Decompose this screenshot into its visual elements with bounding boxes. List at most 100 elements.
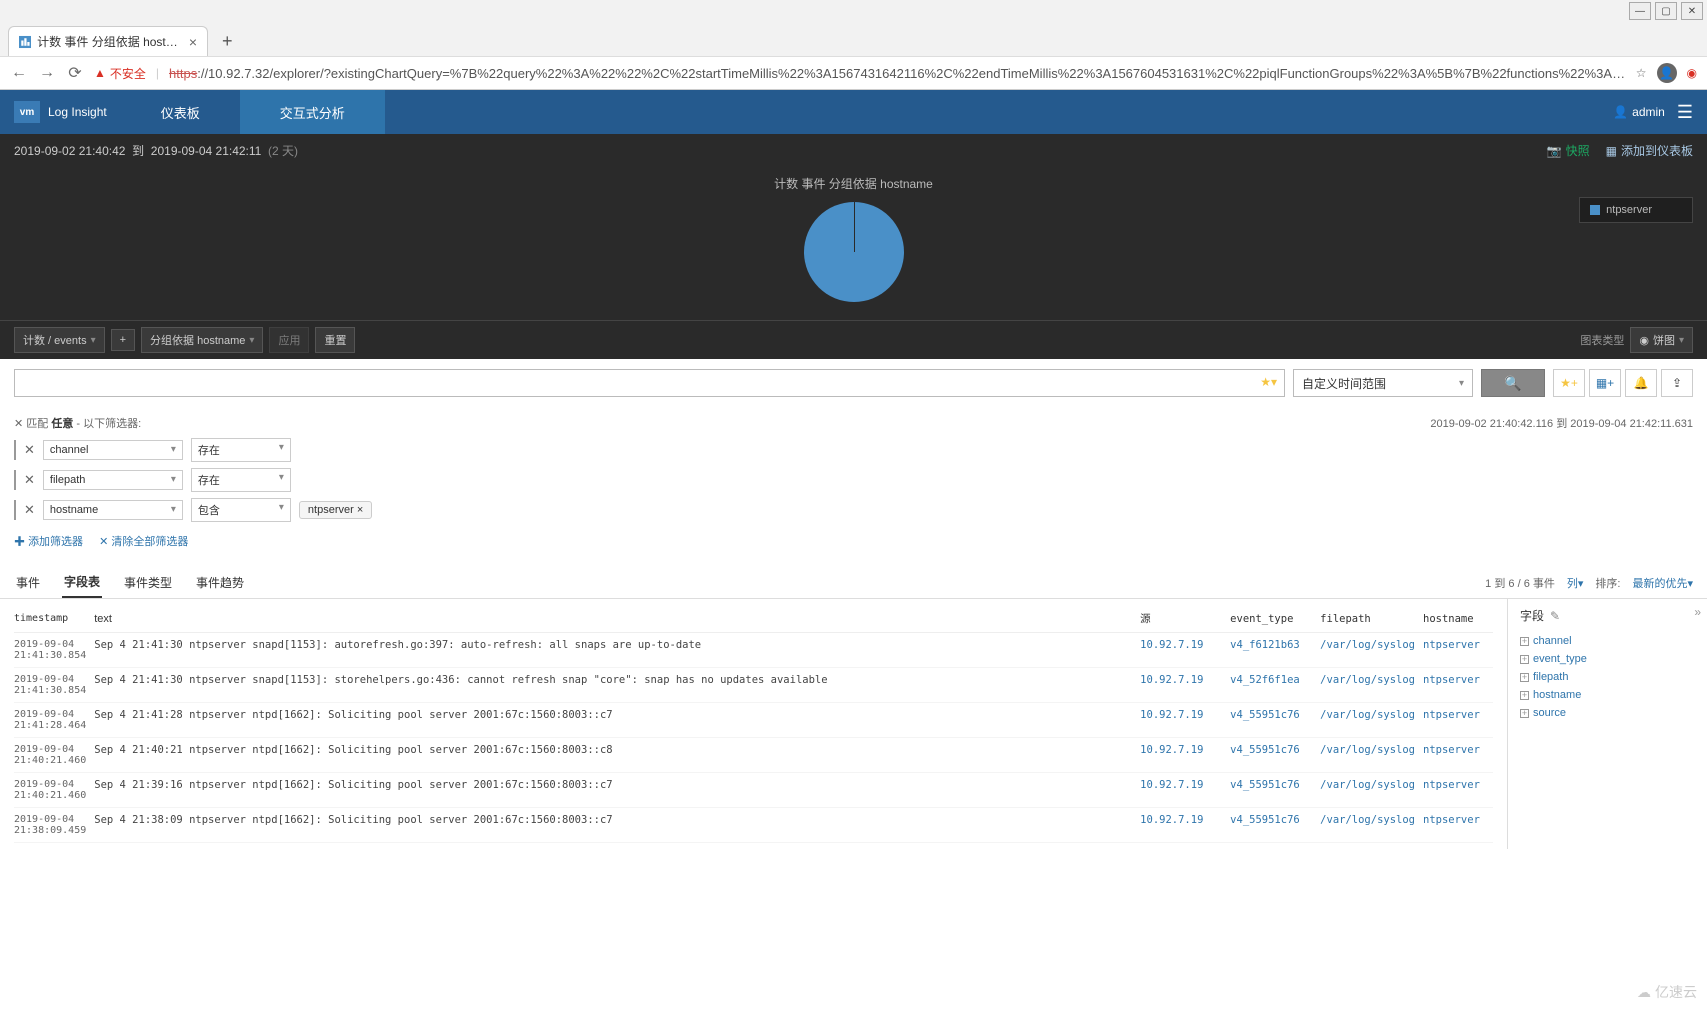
filter-operator-select[interactable]: 包含▾	[191, 498, 291, 522]
search-input[interactable]	[14, 369, 1285, 397]
add-aggregation-button[interactable]: +	[111, 329, 135, 351]
field-item[interactable]: + source	[1520, 704, 1695, 722]
tab-events[interactable]: 事件	[14, 568, 42, 597]
col-timestamp[interactable]: timestamp	[14, 605, 94, 633]
field-item[interactable]: + hostname	[1520, 686, 1695, 704]
chart-title: 计数 事件 分组依据 hostname	[14, 175, 1693, 192]
cell-filepath[interactable]: /var/log/syslog	[1320, 668, 1423, 703]
field-item[interactable]: + event_type	[1520, 650, 1695, 668]
expand-fields-icon[interactable]: »	[1694, 605, 1701, 619]
tab-eventtrends[interactable]: 事件趋势	[194, 568, 246, 597]
chart-type-select[interactable]: ◉ 饼图 ▾	[1630, 327, 1693, 353]
cell-source[interactable]: 10.92.7.19	[1140, 703, 1230, 738]
table-row[interactable]: 2019-09-04 21:40:21.460 Sep 4 21:40:21 n…	[14, 738, 1493, 773]
url-display[interactable]: https://10.92.7.32/explorer/?existingCha…	[169, 66, 1626, 81]
browser-tab[interactable]: 计数 事件 分组依据 hostname × ×	[8, 26, 208, 56]
cell-filepath[interactable]: /var/log/syslog	[1320, 703, 1423, 738]
field-item[interactable]: + channel	[1520, 632, 1695, 650]
cell-hostname[interactable]: ntpserver	[1423, 703, 1493, 738]
columns-link[interactable]: 列▾	[1567, 575, 1584, 591]
col-filepath[interactable]: filepath	[1320, 605, 1423, 633]
bookmark-star-icon[interactable]: ☆	[1636, 66, 1647, 80]
cell-filepath[interactable]: /var/log/syslog	[1320, 738, 1423, 773]
cell-source[interactable]: 10.92.7.19	[1140, 808, 1230, 843]
cell-event-type[interactable]: v4_52f6f1ea	[1230, 668, 1320, 703]
cell-source[interactable]: 10.92.7.19	[1140, 738, 1230, 773]
new-tab-button[interactable]: +	[216, 31, 239, 52]
table-row[interactable]: 2019-09-04 21:38:09.459 Sep 4 21:38:09 n…	[14, 808, 1493, 843]
tab-eventtypes[interactable]: 事件类型	[122, 568, 174, 597]
table-row[interactable]: 2019-09-04 21:41:30.854 Sep 4 21:41:30 n…	[14, 668, 1493, 703]
col-event-type[interactable]: event_type	[1230, 605, 1320, 633]
close-window-button[interactable]: ✕	[1681, 2, 1703, 20]
cell-hostname[interactable]: ntpserver	[1423, 773, 1493, 808]
cell-event-type[interactable]: v4_55951c76	[1230, 703, 1320, 738]
apply-button[interactable]: 应用	[269, 327, 309, 353]
remove-filter-icon[interactable]: ✕	[24, 502, 35, 518]
cell-hostname[interactable]: ntpserver	[1423, 808, 1493, 843]
add-filter-link[interactable]: ✚ 添加筛选器	[14, 533, 83, 549]
maximize-button[interactable]: ▢	[1655, 2, 1677, 20]
cell-filepath[interactable]: /var/log/syslog	[1320, 773, 1423, 808]
search-button[interactable]: 🔍	[1481, 369, 1545, 397]
cell-source[interactable]: 10.92.7.19	[1140, 668, 1230, 703]
extension-icon[interactable]: ◉	[1687, 66, 1697, 80]
share-button[interactable]: ⇪	[1661, 369, 1693, 397]
col-hostname[interactable]: hostname	[1423, 605, 1493, 633]
security-warning[interactable]: ▲ 不安全	[94, 65, 146, 82]
filter-operator-select[interactable]: 存在▾	[191, 468, 291, 492]
chart-legend[interactable]: ntpserver	[1579, 197, 1693, 223]
cell-event-type[interactable]: v4_f6121b63	[1230, 633, 1320, 668]
groupby-select[interactable]: 分组依据 hostname ▾	[141, 327, 263, 353]
filter-value-tag[interactable]: ntpserver ×	[299, 501, 372, 519]
nav-dashboard[interactable]: 仪表板	[121, 90, 240, 134]
pie-chart[interactable]	[804, 202, 904, 302]
menu-icon[interactable]: ☰	[1677, 102, 1693, 123]
table-row[interactable]: 2019-09-04 21:41:28.464 Sep 4 21:41:28 n…	[14, 703, 1493, 738]
user-menu[interactable]: 👤 admin	[1613, 105, 1665, 119]
filter-field-select[interactable]: hostname▾	[43, 500, 183, 520]
filter-operator-select[interactable]: 存在▾	[191, 438, 291, 462]
cell-filepath[interactable]: /var/log/syslog	[1320, 808, 1423, 843]
minimize-button[interactable]: —	[1629, 2, 1651, 20]
clear-filters-link[interactable]: ✕ 清除全部筛选器	[99, 533, 188, 549]
cell-hostname[interactable]: ntpserver	[1423, 668, 1493, 703]
cell-filepath[interactable]: /var/log/syslog	[1320, 633, 1423, 668]
table-row[interactable]: 2019-09-04 21:40:21.460 Sep 4 21:39:16 n…	[14, 773, 1493, 808]
sort-select[interactable]: 最新的优先▾	[1632, 575, 1693, 591]
filter-field-select[interactable]: channel▾	[43, 440, 183, 460]
table-row[interactable]: 2019-09-04 21:41:30.854 Sep 4 21:41:30 n…	[14, 633, 1493, 668]
remove-filter-icon[interactable]: ✕	[24, 442, 35, 458]
cell-event-type[interactable]: v4_55951c76	[1230, 808, 1320, 843]
add-widget-button[interactable]: ▦+	[1589, 369, 1621, 397]
cell-source[interactable]: 10.92.7.19	[1140, 773, 1230, 808]
time-range-select[interactable]: 自定义时间范围▾	[1293, 369, 1473, 397]
remove-filter-icon[interactable]: ✕	[24, 472, 35, 488]
cell-event-type[interactable]: v4_55951c76	[1230, 773, 1320, 808]
cell-event-type[interactable]: v4_55951c76	[1230, 738, 1320, 773]
nav-interactive[interactable]: 交互式分析	[240, 90, 385, 134]
brand[interactable]: vm Log Insight	[0, 101, 121, 123]
reset-button[interactable]: 重置	[315, 327, 355, 353]
back-button[interactable]: ←	[10, 64, 28, 82]
tab-close-icon[interactable]: ×	[189, 34, 197, 50]
edit-fields-icon[interactable]: ✎	[1550, 609, 1560, 623]
cell-source[interactable]: 10.92.7.19	[1140, 633, 1230, 668]
snapshot-button[interactable]: 📷快照	[1547, 142, 1590, 159]
col-text[interactable]: text	[94, 605, 1140, 633]
tab-fieldtable[interactable]: 字段表	[62, 567, 102, 598]
profile-icon[interactable]: 👤	[1657, 63, 1677, 83]
reload-button[interactable]: ⟳	[66, 63, 84, 83]
favorite-icon[interactable]: ★▾	[1260, 375, 1277, 389]
filter-field-select[interactable]: filepath▾	[43, 470, 183, 490]
aggregation-select[interactable]: 计数 / events ▾	[14, 327, 105, 353]
field-item[interactable]: + filepath	[1520, 668, 1695, 686]
alert-button[interactable]: 🔔	[1625, 369, 1657, 397]
forward-button[interactable]: →	[38, 64, 56, 82]
cell-hostname[interactable]: ntpserver	[1423, 633, 1493, 668]
save-query-button[interactable]: ★+	[1553, 369, 1585, 397]
col-source[interactable]: 源	[1140, 605, 1230, 633]
cell-hostname[interactable]: ntpserver	[1423, 738, 1493, 773]
add-to-dashboard-button[interactable]: ▦添加到仪表板	[1606, 142, 1693, 159]
filter-bar-icon	[14, 500, 16, 520]
